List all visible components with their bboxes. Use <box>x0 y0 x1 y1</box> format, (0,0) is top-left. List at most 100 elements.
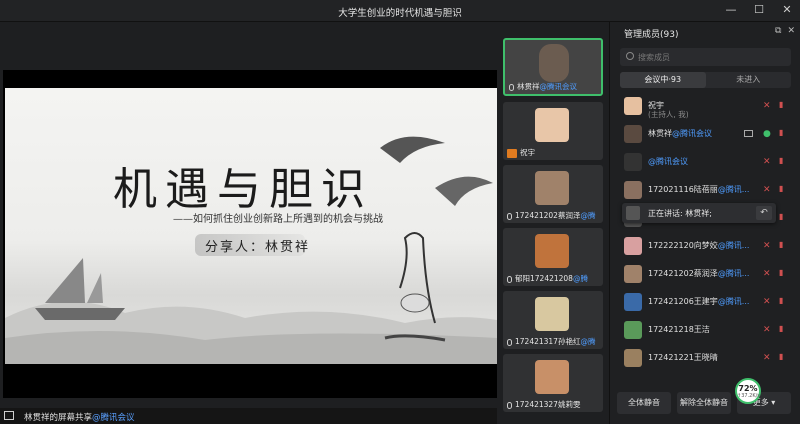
mic-muted-icon[interactable]: ✕ <box>763 241 771 251</box>
slide-subtitle: ——如何抓住创业创新路上所遇到的机会与挑战 <box>173 214 383 225</box>
avatar <box>624 153 642 171</box>
avatar <box>624 265 642 283</box>
video-tile[interactable]: 172421327姚莉雯 <box>503 354 603 412</box>
member-list: 祝宇 (主持人, 我) ✕ ▮ 林贯祥@腾讯会议 ● ▮ @腾讯会议 ✕ ▮ 1… <box>610 94 800 379</box>
member-name: 172421221王晓晴 <box>648 353 718 362</box>
video-tile-name: 林贯祥@腾讯会议 <box>509 81 599 92</box>
member-name: 172421206王建宇@腾讯... <box>648 297 750 306</box>
undo-icon[interactable]: ↶ <box>756 206 772 220</box>
list-item[interactable]: 祝宇 (主持人, 我) ✕ ▮ <box>610 94 800 119</box>
tab-not-joined[interactable]: 未进入 <box>706 72 792 88</box>
mic-icon <box>507 275 512 283</box>
slide-canvas: 机遇与胆识 ——如何抓住创业创新路上所遇到的机会与挑战 分享人：林贯祥 <box>5 88 497 364</box>
video-tile[interactable]: 郁阳172421208@腾 <box>503 228 603 286</box>
mic-muted-icon[interactable]: ✕ <box>763 297 771 307</box>
camera-off-icon[interactable]: ▮ <box>779 241 789 249</box>
mic-muted-icon[interactable]: ✕ <box>763 157 771 167</box>
mic-icon <box>507 212 512 220</box>
camera-off-icon[interactable]: ▮ <box>779 213 789 221</box>
ink-painting-decor <box>5 136 497 364</box>
screen-share-icon <box>4 411 14 420</box>
list-item[interactable]: 林贯祥@腾讯会议 ● ▮ <box>610 122 800 146</box>
video-tile[interactable]: 祝宇 <box>503 102 603 160</box>
video-tile[interactable]: 172421202蔡润泽@腾 <box>503 165 603 223</box>
mic-muted-icon[interactable]: ✕ <box>763 185 771 195</box>
avatar <box>624 293 642 311</box>
member-name: @腾讯会议 <box>648 157 688 166</box>
mic-icon <box>507 338 512 346</box>
panel-title: 管理成员(93) <box>624 30 679 40</box>
list-item[interactable]: 172021116陆蓓丽@腾讯... ✕ ▮ <box>610 178 800 202</box>
list-item[interactable]: @腾讯会议 ✕ ▮ <box>610 150 800 174</box>
close-icon[interactable]: ✕ <box>780 3 794 17</box>
member-name: 172222120向梦姣@腾讯... <box>648 241 750 250</box>
minimize-icon[interactable]: — <box>724 3 738 17</box>
avatar <box>624 97 642 115</box>
avatar <box>624 321 642 339</box>
video-tile-name: 郁阳172421208@腾 <box>507 273 601 284</box>
list-item[interactable]: 172421218王洁 ✕ ▮ <box>610 318 800 342</box>
video-tile[interactable]: 172421317孙艳红@腾 <box>503 291 603 349</box>
panel-close-icon[interactable]: ✕ <box>787 26 795 36</box>
screen-share-icon <box>744 130 753 137</box>
avatar <box>535 171 569 205</box>
network-status-badge: 72% ↑37.2K/s <box>735 378 761 404</box>
host-icon <box>507 148 517 158</box>
mic-muted-icon[interactable]: ✕ <box>763 269 771 279</box>
window-title: 大学生创业的时代机遇与胆识 <box>338 8 462 19</box>
member-panel: 管理成员(93) ⧉ ✕ 会议中·93 未进入 祝宇 (主持人, 我) ✕ ▮ … <box>609 22 800 424</box>
mic-muted-icon[interactable]: ✕ <box>763 353 771 363</box>
video-tile-name: 祝宇 <box>507 147 601 158</box>
panel-header-icons: ⧉ ✕ <box>775 26 795 36</box>
avatar <box>624 181 642 199</box>
avatar <box>535 297 569 331</box>
camera-off-icon[interactable]: ▮ <box>779 185 789 193</box>
list-item[interactable]: 172222120向梦姣@腾讯... ✕ ▮ <box>610 234 800 258</box>
avatar <box>624 125 642 143</box>
camera-off-icon[interactable]: ▮ <box>779 353 789 361</box>
camera-off-icon[interactable]: ▮ <box>779 325 789 333</box>
video-tile-name: 172421327姚莉雯 <box>507 399 601 410</box>
video-thumbnail-column: 林贯祥@腾讯会议 祝宇 172421202蔡润泽@腾 郁阳172421208@腾… <box>497 22 609 424</box>
list-item[interactable]: 172421202蔡润泽@腾讯... ✕ ▮ <box>610 262 800 286</box>
mic-icon <box>509 83 514 91</box>
slide-presenter: 分享人：林贯祥 <box>205 240 311 255</box>
mic-on-icon[interactable]: ● <box>763 129 771 139</box>
speaking-tooltip: 正在讲话: 林贯祥; ↶ <box>622 203 776 223</box>
avatar <box>535 360 569 394</box>
member-role: (主持人, 我) <box>648 110 689 119</box>
slide-title: 机遇与胆识 <box>113 164 373 215</box>
popout-icon[interactable]: ⧉ <box>775 26 781 36</box>
member-name: 172421218王洁 <box>648 325 710 334</box>
screen-share-bar: 林贯祥的屏幕共享@腾讯会议 <box>0 408 497 424</box>
tab-in-meeting[interactable]: 会议中·93 <box>620 72 706 88</box>
shared-slide: 机遇与胆识 ——如何抓住创业创新路上所遇到的机会与挑战 分享人：林贯祥 <box>3 70 497 398</box>
list-item[interactable]: 172421206王建宇@腾讯... ✕ ▮ <box>610 290 800 314</box>
avatar <box>626 206 640 220</box>
camera-off-icon[interactable]: ▮ <box>779 157 789 165</box>
video-tile-name: 172421202蔡润泽@腾 <box>507 210 601 221</box>
search-input[interactable] <box>638 50 788 64</box>
shared-screen-area: 机遇与胆识 ——如何抓住创业创新路上所遇到的机会与挑战 分享人：林贯祥 <box>0 22 497 408</box>
mic-muted-icon[interactable]: ✕ <box>763 101 771 111</box>
mic-muted-icon[interactable]: ✕ <box>763 325 771 335</box>
mic-icon <box>507 401 512 409</box>
maximize-icon[interactable]: ☐ <box>752 3 766 17</box>
member-tabs: 会议中·93 未进入 <box>620 72 791 88</box>
camera-off-icon[interactable]: ▮ <box>779 297 789 305</box>
camera-off-icon[interactable]: ▮ <box>779 269 789 277</box>
panel-footer: 全体静音 解除全体静音 更多 ▾ <box>609 390 800 418</box>
unmute-all-button[interactable]: 解除全体静音 <box>677 392 731 414</box>
camera-off-icon[interactable]: ▮ <box>779 129 789 137</box>
mute-all-button[interactable]: 全体静音 <box>617 392 671 414</box>
avatar <box>539 44 569 82</box>
member-name: 172421202蔡润泽@腾讯... <box>648 269 750 278</box>
avatar <box>624 349 642 367</box>
title-bar: 大学生创业的时代机遇与胆识 — ☐ ✕ <box>0 0 800 22</box>
video-tile-name: 172421317孙艳红@腾 <box>507 336 601 347</box>
member-name: 172021116陆蓓丽@腾讯... <box>648 185 750 194</box>
list-item[interactable]: 172421221王晓晴 ✕ ▮ <box>610 346 800 370</box>
video-tile[interactable]: 林贯祥@腾讯会议 <box>503 38 603 96</box>
camera-off-icon[interactable]: ▮ <box>779 101 789 109</box>
member-name: 林贯祥@腾讯会议 <box>648 129 712 138</box>
